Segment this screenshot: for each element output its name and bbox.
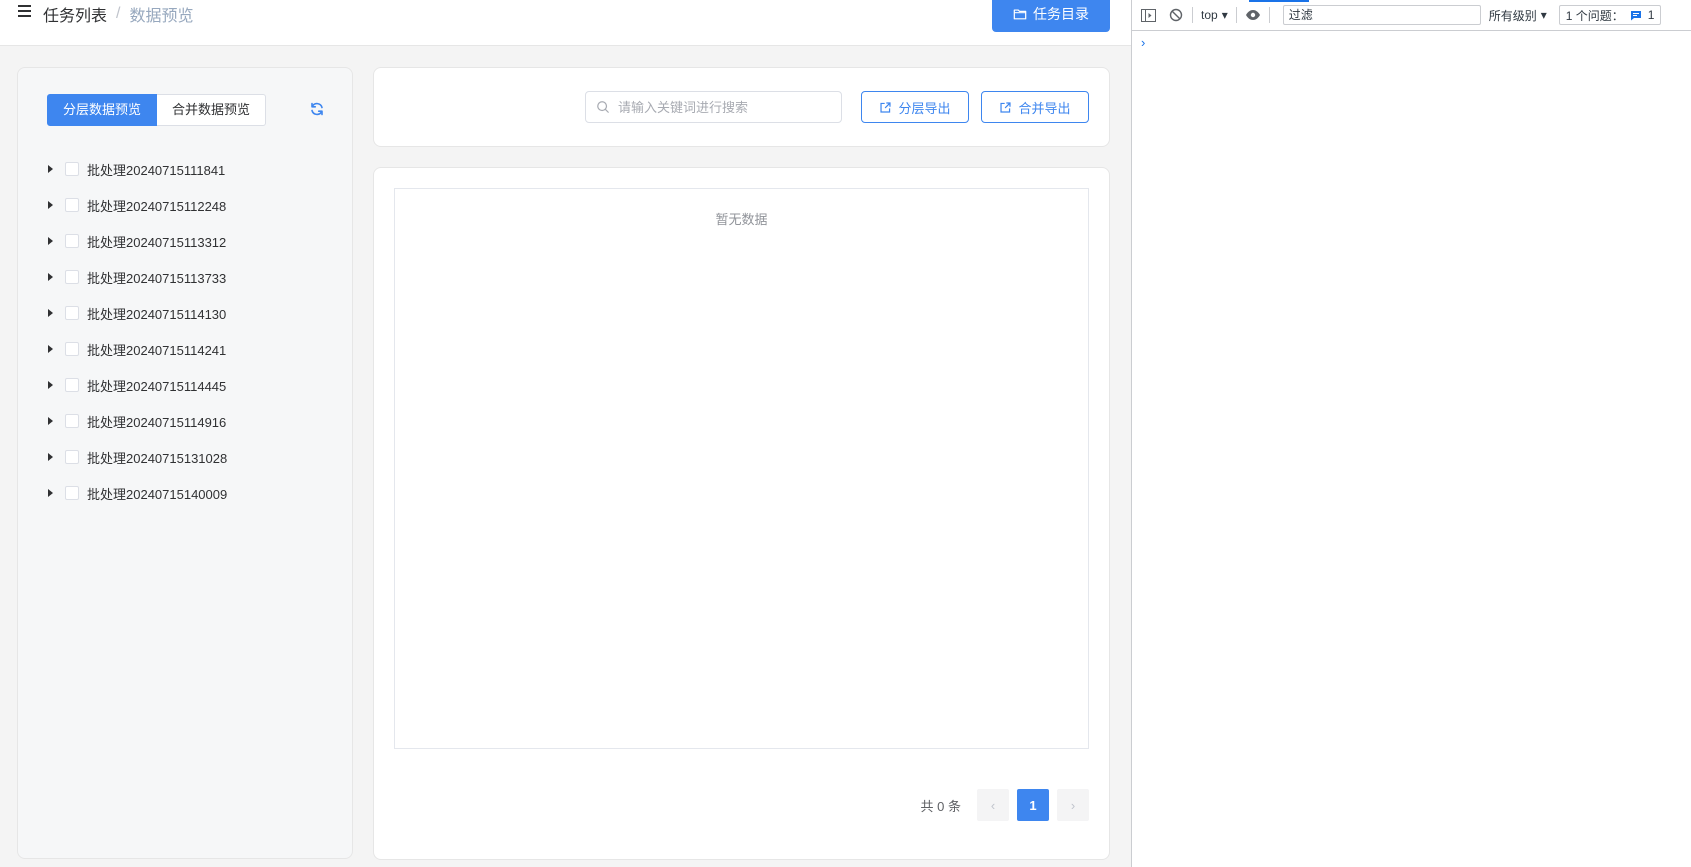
tree-node-label: 批处理20240715114445: [87, 378, 227, 394]
dropdown-arrow-icon: ▾: [1540, 8, 1547, 22]
tree-node[interactable]: 批处理20240715114241: [45, 331, 335, 367]
tree-checkbox[interactable]: [65, 342, 79, 356]
layer-export-button[interactable]: 分层导出: [861, 91, 969, 123]
tree-node-label: 批处理20240715114130: [87, 306, 227, 322]
breadcrumb: 任务列表 / 数据预览: [43, 2, 193, 26]
tree-node-label: 批处理20240715140009: [87, 486, 228, 502]
console-toolbar: top ▾ 过滤 所有级别 ▾ 1 个问题： 1: [1132, 0, 1691, 31]
clear-console-icon[interactable]: [1168, 7, 1184, 23]
layer-export-label: 分层导出: [898, 100, 951, 116]
caret-right-icon[interactable]: [48, 273, 53, 281]
tree-checkbox[interactable]: [65, 270, 79, 284]
tree-node[interactable]: 批处理20240715114916: [45, 403, 335, 439]
tree-node[interactable]: 批处理20240715112248: [45, 187, 335, 223]
merge-export-label: 合并导出: [1018, 100, 1071, 116]
tree-node[interactable]: 批处理20240715113312: [45, 223, 335, 259]
toolbar-card: 分层导出 合并导出: [373, 67, 1110, 147]
page-number-button[interactable]: 1: [1017, 789, 1049, 821]
tree-checkbox[interactable]: [65, 198, 79, 212]
issues-button[interactable]: 1 个问题： 1: [1558, 5, 1662, 25]
tree-checkbox[interactable]: [65, 378, 79, 392]
task-directory-button[interactable]: 任务目录: [992, 0, 1110, 32]
toolbar-divider: [1235, 7, 1237, 23]
pagination: 共 0 条 ‹ 1 ›: [921, 789, 1089, 821]
task-directory-label: 任务目录: [1033, 6, 1089, 22]
tree-checkbox[interactable]: [65, 234, 79, 248]
issues-label: 1 个问题：: [1565, 8, 1624, 23]
merge-export-button[interactable]: 合并导出: [981, 91, 1089, 123]
tab-layer-preview[interactable]: 分层数据预览: [47, 94, 158, 126]
devtools-panel: top ▾ 过滤 所有级别 ▾ 1 个问题： 1 ›: [1131, 0, 1691, 867]
data-table: 暂无数据: [394, 188, 1089, 749]
search-input[interactable]: [618, 99, 828, 115]
sidebar-toggle-icon[interactable]: [1140, 7, 1156, 23]
batch-tree: 批处理20240715111841 批处理20240715112248 批处理2…: [45, 151, 335, 511]
left-panel: 分层数据预览 合并数据预览 批处理20240715111841 批处理20240…: [17, 67, 353, 859]
eye-icon[interactable]: [1245, 7, 1261, 23]
caret-right-icon[interactable]: [48, 309, 53, 317]
prev-page-button[interactable]: ‹: [977, 789, 1009, 821]
caret-right-icon[interactable]: [48, 453, 53, 461]
refresh-icon[interactable]: [309, 101, 325, 117]
breadcrumb-separator: /: [116, 5, 121, 22]
context-selector[interactable]: top ▾: [1201, 8, 1228, 22]
tree-checkbox[interactable]: [65, 414, 79, 428]
tree-checkbox[interactable]: [65, 162, 79, 176]
message-icon: [1630, 10, 1641, 20]
preview-mode-tabs: 分层数据预览 合并数据预览: [47, 94, 267, 126]
hamburger-menu-icon[interactable]: [18, 5, 32, 17]
top-bar: 任务列表 / 数据预览 任务目录: [0, 0, 1131, 46]
caret-right-icon[interactable]: [48, 489, 53, 497]
folder-icon: [1013, 9, 1027, 20]
breadcrumb-task-list[interactable]: 任务列表: [43, 2, 107, 26]
tree-node-label: 批处理20240715112248: [87, 198, 227, 214]
console-prompt-icon[interactable]: ›: [1141, 35, 1145, 50]
tree-checkbox[interactable]: [65, 450, 79, 464]
caret-right-icon[interactable]: [48, 165, 53, 173]
export-icon: [1000, 101, 1012, 113]
tree-node[interactable]: 批处理20240715114445: [45, 367, 335, 403]
caret-right-icon[interactable]: [48, 345, 53, 353]
tree-node-label: 批处理20240715111841: [87, 162, 226, 178]
tree-node-label: 批处理20240715131028: [87, 450, 228, 466]
breadcrumb-data-preview: 数据预览: [129, 8, 194, 25]
tree-node[interactable]: 批处理20240715113733: [45, 259, 335, 295]
tree-checkbox[interactable]: [65, 486, 79, 500]
empty-state-text: 暂无数据: [715, 212, 768, 227]
app-area: 任务列表 / 数据预览 任务目录 分层数据预览 合并数据预览 批处理202407…: [0, 0, 1131, 867]
console-filter-input[interactable]: 过滤: [1282, 5, 1481, 25]
export-icon: [880, 101, 892, 113]
log-levels-label: 所有级别: [1488, 8, 1537, 23]
next-page-button[interactable]: ›: [1057, 789, 1089, 821]
content-card: 暂无数据 共 0 条 ‹ 1 ›: [373, 167, 1110, 860]
toolbar-divider: [1268, 7, 1270, 23]
log-levels-dropdown[interactable]: 所有级别 ▾: [1489, 7, 1547, 24]
caret-right-icon[interactable]: [48, 237, 53, 245]
dropdown-arrow-icon: ▾: [1221, 8, 1228, 22]
caret-right-icon[interactable]: [48, 381, 53, 389]
tree-node-label: 批处理20240715113733: [87, 270, 227, 286]
tree-checkbox[interactable]: [65, 306, 79, 320]
toolbar-divider: [1192, 7, 1193, 23]
tree-node-label: 批处理20240715114241: [87, 342, 227, 358]
search-box[interactable]: [585, 91, 842, 123]
tree-node[interactable]: 批处理20240715111841: [45, 151, 335, 187]
total-count: 共 0 条: [920, 798, 961, 814]
issues-count: 1: [1647, 8, 1655, 22]
tree-node[interactable]: 批处理20240715131028: [45, 439, 335, 475]
search-icon: [597, 101, 609, 113]
tree-node[interactable]: 批处理20240715140009: [45, 475, 335, 511]
context-label: top: [1201, 8, 1218, 22]
caret-right-icon[interactable]: [48, 201, 53, 209]
tree-node-label: 批处理20240715114916: [87, 414, 227, 430]
tree-node-label: 批处理20240715113312: [87, 234, 227, 250]
tree-node[interactable]: 批处理20240715114130: [45, 295, 335, 331]
tab-merge-preview[interactable]: 合并数据预览: [157, 94, 267, 126]
caret-right-icon[interactable]: [48, 417, 53, 425]
